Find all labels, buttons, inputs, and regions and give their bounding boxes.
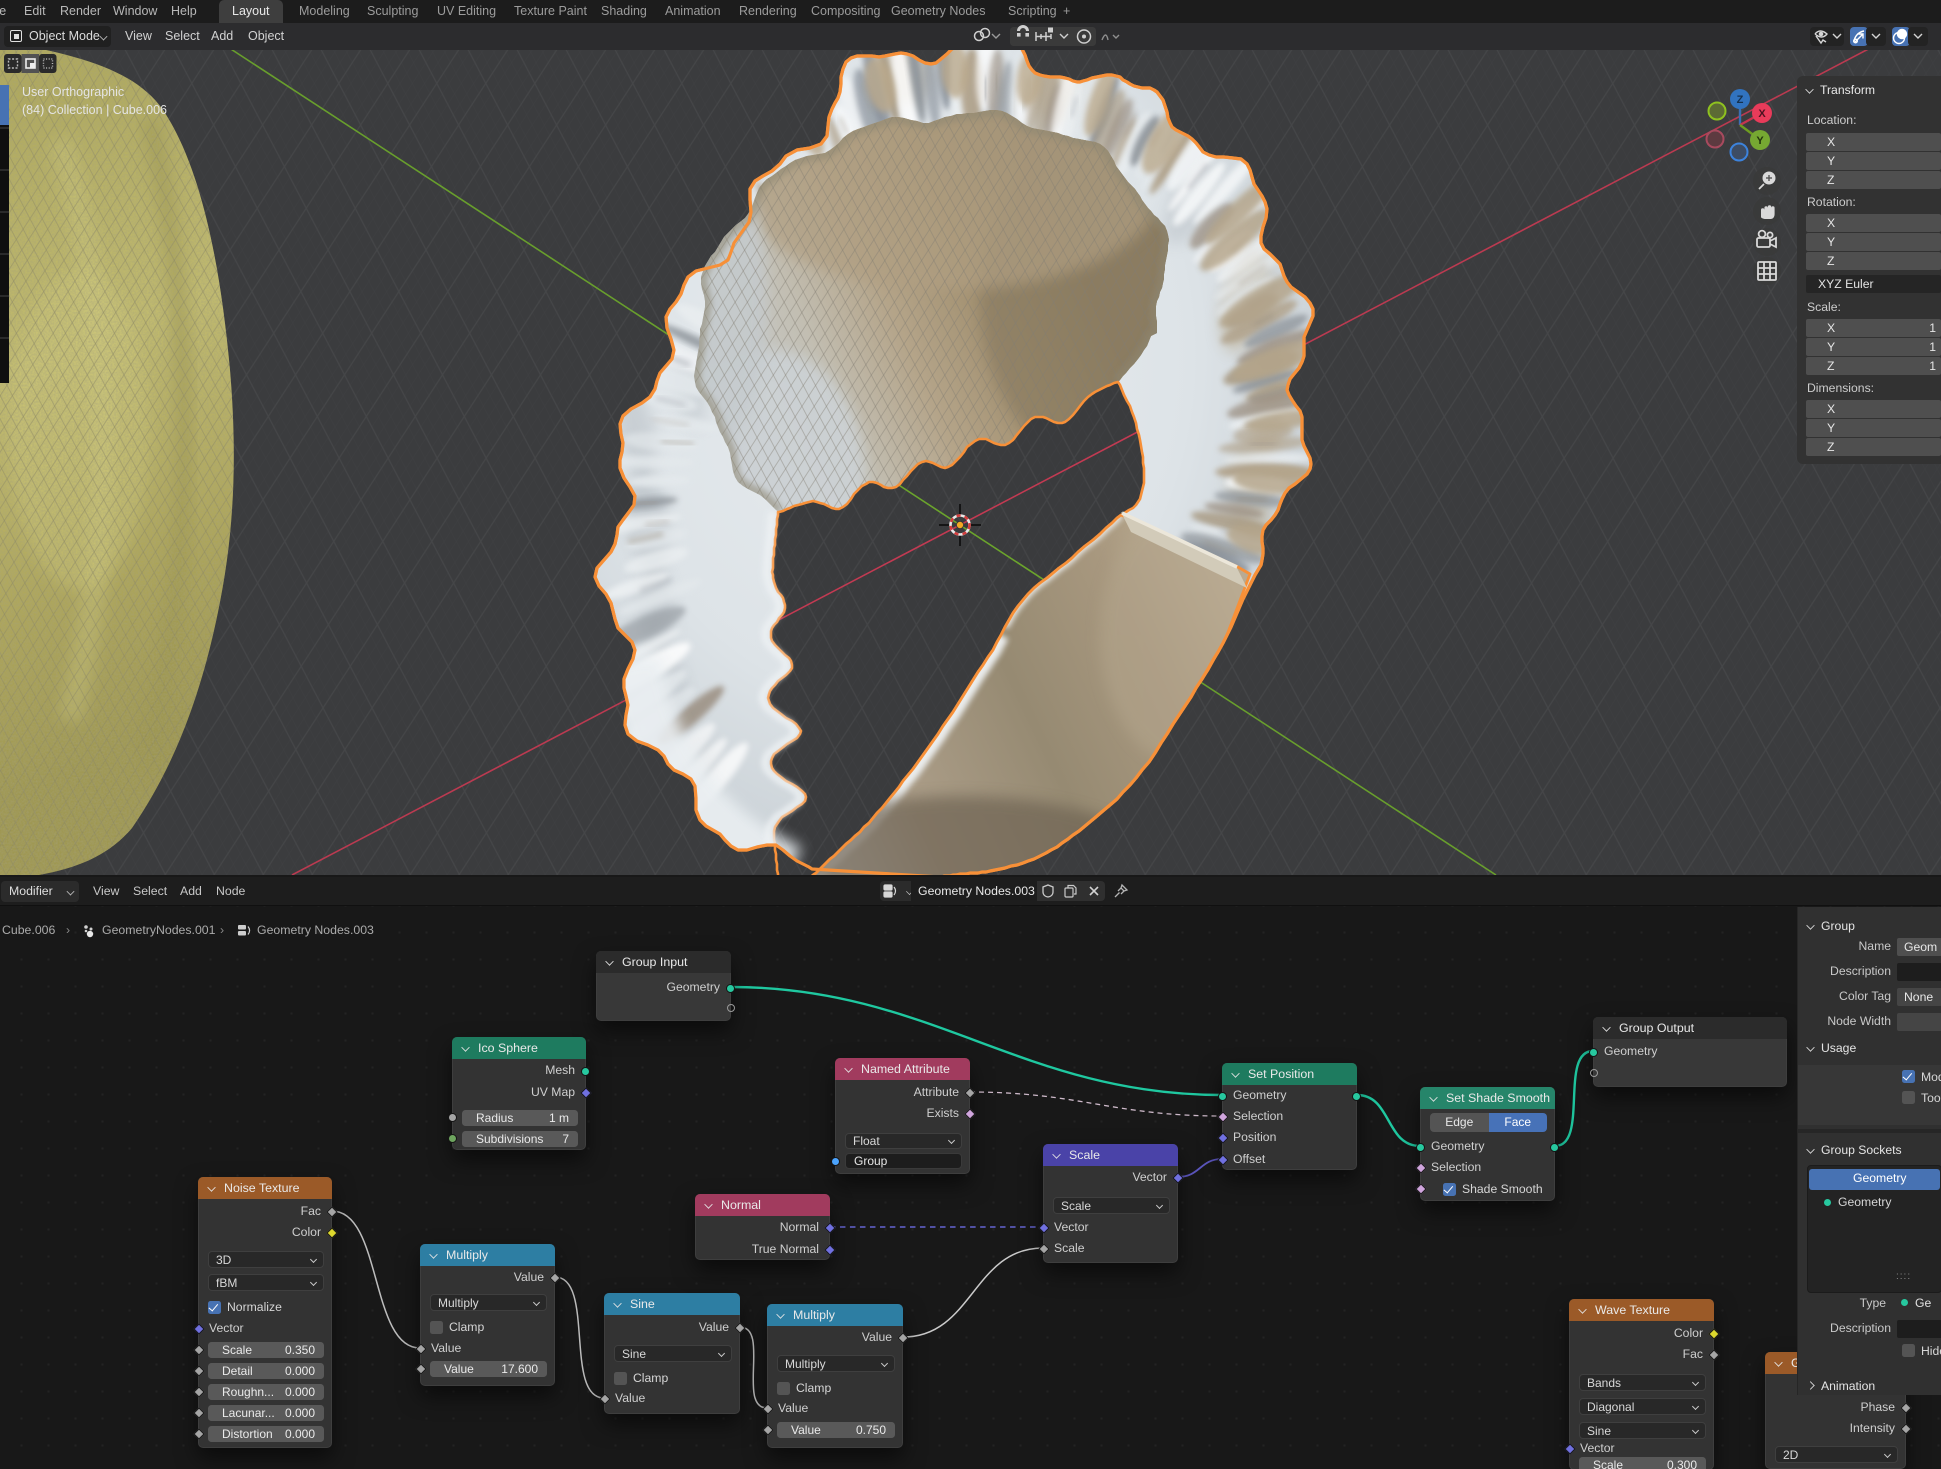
svg-text:(84) Collection | Cube.006: (84) Collection | Cube.006 bbox=[22, 103, 167, 117]
svg-text:Y: Y bbox=[1756, 135, 1764, 147]
svg-text:User Orthographic: User Orthographic bbox=[22, 85, 124, 99]
svg-text:X: X bbox=[1758, 108, 1766, 120]
svg-text:Z: Z bbox=[1737, 94, 1744, 106]
